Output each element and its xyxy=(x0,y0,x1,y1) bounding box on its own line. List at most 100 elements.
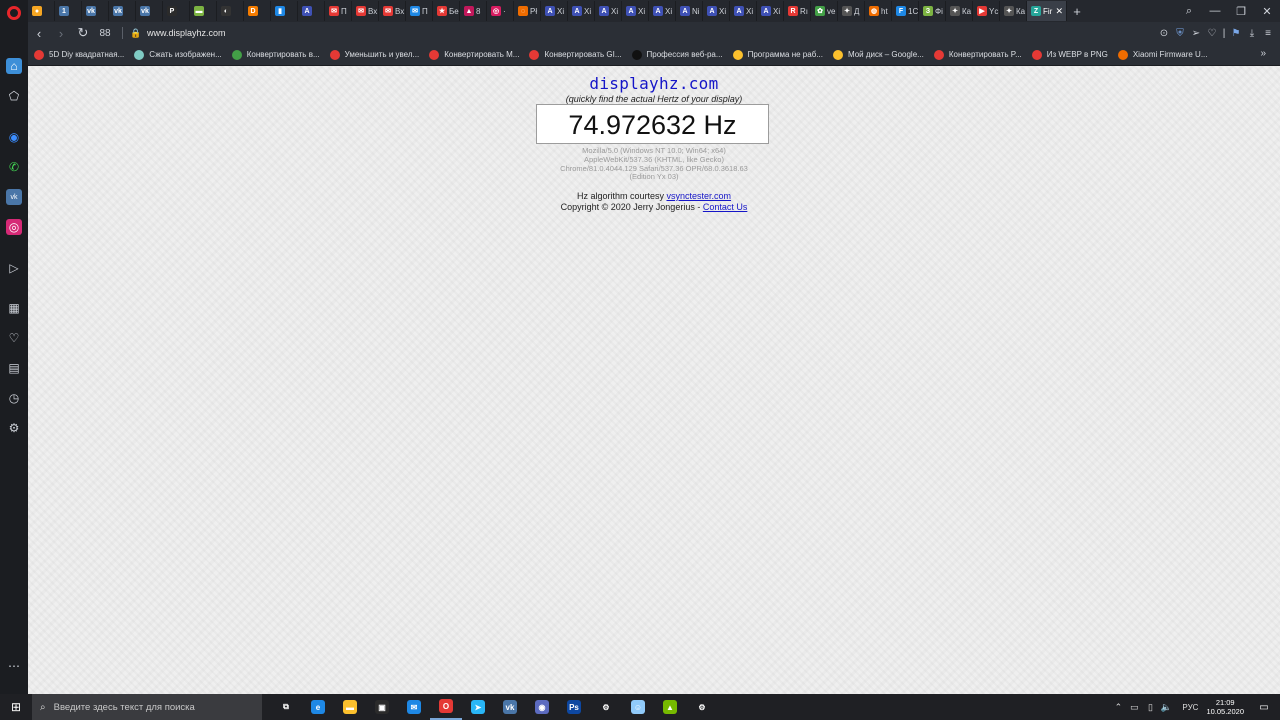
browser-tab[interactable]: ▮ xyxy=(271,1,298,21)
search-tabs-icon[interactable]: ⌕ xyxy=(1176,5,1202,18)
taskbar-vk-button[interactable]: vk xyxy=(494,694,526,720)
adblock-shield-icon[interactable]: ⛨ xyxy=(1172,28,1188,39)
taskbar-opera-button[interactable]: O xyxy=(430,694,462,720)
snapshot-icon[interactable]: ⊙ xyxy=(1156,28,1172,39)
browser-tab[interactable]: A xyxy=(298,1,325,21)
browser-tab[interactable]: ● xyxy=(28,1,55,21)
sidebar-instagram-icon[interactable]: ◎ xyxy=(6,219,22,235)
flow-icon[interactable]: ⚑ xyxy=(1228,28,1244,39)
bookmark-item[interactable]: Конвертировать M... xyxy=(429,49,519,60)
browser-tab[interactable]: ◐ xyxy=(217,1,244,21)
language-indicator[interactable]: РУС xyxy=(1182,703,1198,712)
browser-tab[interactable]: vk xyxy=(109,1,136,21)
browser-tab[interactable]: R Rı xyxy=(784,1,811,21)
sidebar-rewards-icon[interactable]: ⬠ xyxy=(6,88,22,104)
minimize-button[interactable]: — xyxy=(1202,5,1228,17)
browser-tab[interactable]: ▲ 8 xyxy=(460,1,487,21)
notifications-icon[interactable]: ▭ xyxy=(1254,702,1274,713)
easy-setup-icon[interactable]: ≡ xyxy=(1260,28,1276,39)
bookmark-item[interactable]: Программа не раб... xyxy=(732,49,823,60)
taskbar-explorer-button[interactable]: ▬ xyxy=(334,694,366,720)
back-button[interactable]: ‹ xyxy=(28,26,50,41)
speed-dial-button[interactable]: 88 xyxy=(94,28,116,39)
bookmark-item[interactable]: Конвертировать P... xyxy=(933,49,1022,60)
taskbar-messenger-button[interactable]: ☺ xyxy=(622,694,654,720)
heart-icon[interactable]: ♡ xyxy=(1204,28,1220,39)
browser-tab[interactable]: vk xyxy=(82,1,109,21)
taskbar-nvidia-button[interactable]: ▲ xyxy=(654,694,686,720)
bookmark-item[interactable]: Мой диск – Google... xyxy=(832,49,924,60)
taskbar-edge-button[interactable]: e xyxy=(302,694,334,720)
forward-button[interactable]: › xyxy=(50,26,72,41)
browser-tab[interactable]: ✦ Д xyxy=(838,1,865,21)
bookmark-item[interactable]: Из WEBP в PNG xyxy=(1031,49,1108,60)
bookmark-item[interactable]: Уменьшить и увел... xyxy=(329,49,419,60)
opera-menu-button[interactable] xyxy=(0,0,28,26)
sidebar-send-icon[interactable]: ▷ xyxy=(6,260,22,276)
bookmark-item[interactable]: Конвертировать в... xyxy=(231,49,320,60)
browser-tab[interactable]: ✉ П xyxy=(325,1,352,21)
taskbar-search[interactable]: ⌕ Введите здесь текст для поиска xyxy=(32,694,262,720)
sidebar-speed-dial-icon[interactable]: ⌂ xyxy=(6,58,22,74)
volume-icon[interactable]: 🔈 xyxy=(1158,702,1174,713)
battery-icon[interactable]: ▯ xyxy=(1142,702,1158,713)
sidebar-workspaces-icon[interactable]: ▦ xyxy=(6,300,22,316)
clock[interactable]: 21:09 10.05.2020 xyxy=(1206,698,1244,716)
sidebar-news-icon[interactable]: ▤ xyxy=(6,360,22,376)
browser-tab[interactable]: vk xyxy=(136,1,163,21)
browser-tab[interactable]: 1 xyxy=(55,1,82,21)
browser-tab[interactable]: ▬ xyxy=(190,1,217,21)
browser-tab[interactable]: ◎ · xyxy=(487,1,514,21)
taskbar-discord-button[interactable]: ◉ xyxy=(526,694,558,720)
sidebar-messenger-icon[interactable]: ◉ xyxy=(6,129,22,145)
browser-tab[interactable]: ✦ Ка xyxy=(946,1,973,21)
browser-tab[interactable]: З Фі xyxy=(919,1,946,21)
browser-tab[interactable]: ★ Бе xyxy=(433,1,460,21)
taskbar-store-button[interactable]: ▣ xyxy=(366,694,398,720)
browser-tab[interactable]: F 1C xyxy=(892,1,919,21)
close-window-button[interactable]: ✕ xyxy=(1254,5,1280,18)
url-field[interactable]: www.displayhz.com xyxy=(147,28,226,38)
bookmark-item[interactable]: Xiaomi Firmware U... xyxy=(1117,49,1208,60)
browser-tab[interactable]: ◌ Pł xyxy=(514,1,541,21)
sidebar-settings-icon[interactable]: ⚙ xyxy=(6,420,22,436)
browser-tab[interactable]: A Xi xyxy=(541,1,568,21)
taskbar-mail-button[interactable]: ✉ xyxy=(398,694,430,720)
sidebar-bookmarks-icon[interactable]: ♡ xyxy=(6,330,22,346)
taskbar-photoshop-button[interactable]: Ps xyxy=(558,694,590,720)
browser-tab[interactable]: P xyxy=(163,1,190,21)
sidebar-history-icon[interactable]: ◷ xyxy=(6,390,22,406)
browser-tab[interactable]: A Xi xyxy=(568,1,595,21)
bookmark-item[interactable]: 5D Diy квадратная... xyxy=(34,49,124,60)
browser-tab[interactable]: ✉ П xyxy=(406,1,433,21)
browser-tab[interactable]: ◍ ht xyxy=(865,1,892,21)
download-icon[interactable]: ⤓ xyxy=(1244,28,1260,39)
browser-tab[interactable]: ✉ Вх xyxy=(352,1,379,21)
taskbar-task-view-button[interactable]: ⧉ xyxy=(270,694,302,720)
tray-overflow-icon[interactable]: ⌃ xyxy=(1110,702,1126,713)
browser-tab[interactable]: A Xi xyxy=(757,1,784,21)
sidebar-vk-icon[interactable]: vk xyxy=(6,189,22,205)
lock-icon[interactable]: 🔒 xyxy=(129,28,143,39)
taskbar-telegram-button[interactable]: ➤ xyxy=(462,694,494,720)
start-button[interactable]: ⊞ xyxy=(0,700,32,714)
vsynctester-link[interactable]: vsynctester.com xyxy=(667,191,732,201)
send-icon[interactable]: ➢ xyxy=(1188,28,1204,39)
new-tab-button[interactable]: + xyxy=(1067,4,1087,19)
contact-us-link[interactable]: Contact Us xyxy=(703,202,748,212)
bookmark-item[interactable]: Конвертировать GI... xyxy=(529,49,622,60)
browser-tab[interactable]: D xyxy=(244,1,271,21)
maximize-button[interactable]: ❐ xyxy=(1228,5,1254,18)
browser-tab[interactable]: A Xi xyxy=(703,1,730,21)
browser-tab[interactable]: ✿ ve xyxy=(811,1,838,21)
browser-tab[interactable]: A Xi xyxy=(622,1,649,21)
browser-tab[interactable]: ▶ Yc xyxy=(973,1,1000,21)
browser-tab[interactable]: A Xi xyxy=(595,1,622,21)
close-tab-icon[interactable]: ✕ xyxy=(1055,6,1063,17)
reload-button[interactable]: ↻ xyxy=(72,25,94,41)
bookmark-item[interactable]: Сжать изображен... xyxy=(134,49,222,60)
sidebar-more-icon[interactable]: ⋯ xyxy=(6,658,22,674)
network-icon[interactable]: ▭ xyxy=(1126,702,1142,713)
bookmarks-more-icon[interactable]: » xyxy=(1260,48,1266,59)
browser-tab[interactable]: A Xi xyxy=(649,1,676,21)
